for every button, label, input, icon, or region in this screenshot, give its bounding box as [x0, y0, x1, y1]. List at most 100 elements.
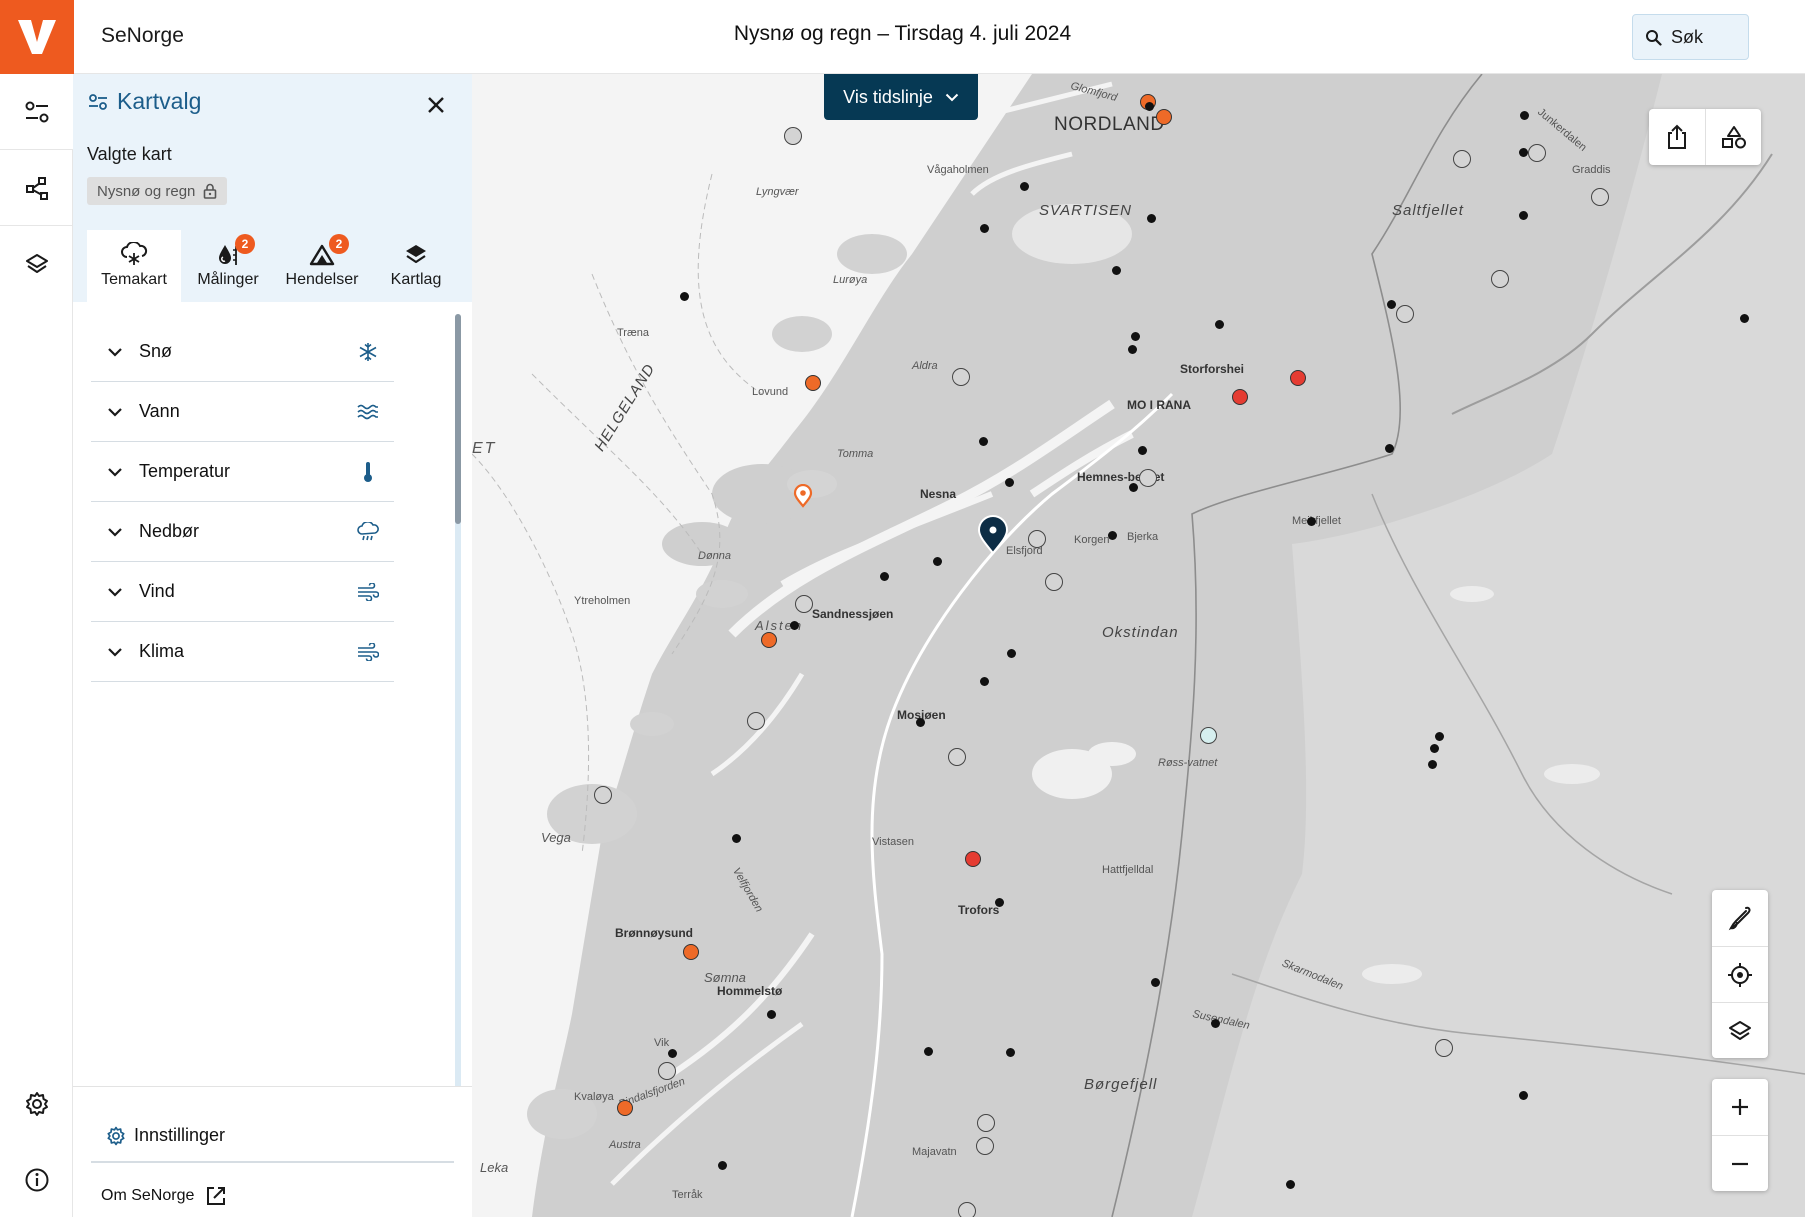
station-marker[interactable] [1139, 469, 1157, 487]
station-dot[interactable] [732, 834, 741, 843]
panel-scrollbar-thumb[interactable] [455, 314, 461, 524]
zoom-in-button[interactable] [1712, 1079, 1768, 1135]
station-dot[interactable] [1129, 483, 1138, 492]
station-marker[interactable] [1435, 1039, 1453, 1057]
station-marker-red[interactable] [965, 851, 981, 867]
tab-malinger[interactable]: 2 Målinger [181, 230, 275, 302]
station-dot[interactable] [668, 1049, 677, 1058]
station-dot[interactable] [1147, 214, 1156, 223]
station-marker[interactable] [1491, 270, 1509, 288]
station-dot[interactable] [1519, 148, 1528, 157]
station-dot[interactable] [790, 621, 799, 630]
station-dot[interactable] [1145, 102, 1154, 111]
station-marker-red[interactable] [1232, 389, 1248, 405]
station-dot[interactable] [1005, 478, 1014, 487]
station-dot[interactable] [1131, 332, 1140, 341]
rail-info-button[interactable] [0, 1142, 73, 1218]
station-marker-orange[interactable] [805, 375, 821, 391]
station-marker[interactable] [1528, 144, 1546, 162]
station-marker[interactable] [948, 748, 966, 766]
tab-hendelser[interactable]: 2 Hendelser [275, 230, 369, 302]
station-dot[interactable] [1211, 1019, 1220, 1028]
map-layers-button[interactable] [1712, 1002, 1768, 1058]
station-dot[interactable] [980, 224, 989, 233]
locate-button[interactable] [1712, 946, 1768, 1002]
station-dot[interactable] [1387, 300, 1396, 309]
station-dot[interactable] [1519, 1091, 1528, 1100]
station-dot[interactable] [1006, 1048, 1015, 1057]
station-marker[interactable] [977, 1114, 995, 1132]
share-map-button[interactable] [1649, 109, 1705, 165]
rail-map-options-button[interactable] [0, 74, 73, 150]
station-marker[interactable] [784, 127, 802, 145]
settings-link[interactable]: Innstillinger [106, 1125, 225, 1146]
station-marker-orange[interactable] [761, 632, 777, 648]
station-marker[interactable] [795, 595, 813, 613]
draw-button[interactable] [1712, 890, 1768, 946]
station-dot[interactable] [1428, 760, 1437, 769]
category-vann[interactable]: Vann [91, 382, 394, 442]
station-dot[interactable] [1215, 320, 1224, 329]
station-dot[interactable] [933, 557, 942, 566]
station-dot[interactable] [979, 437, 988, 446]
station-dot[interactable] [1435, 732, 1444, 741]
tab-temakart[interactable]: Temakart [87, 230, 181, 302]
station-dot[interactable] [1519, 211, 1528, 220]
station-dot[interactable] [1286, 1180, 1295, 1189]
station-dot[interactable] [1307, 517, 1316, 526]
about-link[interactable]: Om SeNorge [101, 1185, 227, 1207]
station-dot[interactable] [995, 898, 1004, 907]
station-dot[interactable] [1430, 744, 1439, 753]
category-nedbor[interactable]: Nedbør [91, 502, 394, 562]
search-button[interactable]: Søk [1632, 14, 1749, 60]
station-dot[interactable] [1128, 345, 1137, 354]
station-dot[interactable] [980, 677, 989, 686]
station-marker-red[interactable] [1290, 370, 1306, 386]
station-marker[interactable] [958, 1202, 976, 1217]
show-timeline-button[interactable]: Vis tidslinje [824, 74, 978, 120]
selected-location-pin-icon[interactable] [977, 515, 1009, 560]
station-dot[interactable] [1138, 446, 1147, 455]
station-marker[interactable] [1028, 530, 1046, 548]
station-marker[interactable] [747, 712, 765, 730]
category-vind[interactable]: Vind [91, 562, 394, 622]
event-pin-icon[interactable] [793, 483, 813, 513]
station-dot[interactable] [916, 718, 925, 727]
map-view[interactable]: NORDLAND SVARTISEN Saltfjellet Okstindan… [472, 74, 1805, 1217]
category-klima[interactable]: Klima [91, 622, 394, 682]
station-marker[interactable] [1453, 150, 1471, 168]
rail-layers-button[interactable] [0, 226, 73, 302]
category-sno[interactable]: Snø [91, 322, 394, 382]
panel-close-button[interactable] [421, 90, 451, 120]
station-marker-orange[interactable] [683, 944, 699, 960]
station-dot[interactable] [1740, 314, 1749, 323]
station-marker[interactable] [1396, 305, 1414, 323]
rail-settings-button[interactable] [0, 1066, 73, 1142]
station-dot[interactable] [680, 292, 689, 301]
shapes-button[interactable] [1705, 109, 1761, 165]
tab-kartlag[interactable]: Kartlag [369, 230, 463, 302]
station-marker[interactable] [1045, 573, 1063, 591]
rail-share-button[interactable] [0, 150, 73, 226]
station-dot[interactable] [924, 1047, 933, 1056]
station-marker[interactable] [1591, 188, 1609, 206]
station-marker[interactable] [976, 1137, 994, 1155]
station-dot[interactable] [767, 1010, 776, 1019]
station-dot[interactable] [880, 572, 889, 581]
category-temperatur[interactable]: Temperatur [91, 442, 394, 502]
station-marker[interactable] [658, 1062, 676, 1080]
station-marker-orange[interactable] [617, 1100, 633, 1116]
zoom-out-button[interactable] [1712, 1135, 1768, 1191]
station-marker[interactable] [594, 786, 612, 804]
station-marker-light[interactable] [1200, 727, 1217, 744]
station-dot[interactable] [1385, 444, 1394, 453]
station-dot[interactable] [1112, 266, 1121, 275]
station-dot[interactable] [718, 1161, 727, 1170]
station-dot[interactable] [1520, 111, 1529, 120]
station-dot[interactable] [1007, 649, 1016, 658]
station-dot[interactable] [1020, 182, 1029, 191]
station-dot[interactable] [1108, 531, 1117, 540]
station-dot[interactable] [1151, 978, 1160, 987]
station-marker[interactable] [952, 368, 970, 386]
station-marker-orange[interactable] [1156, 109, 1172, 125]
